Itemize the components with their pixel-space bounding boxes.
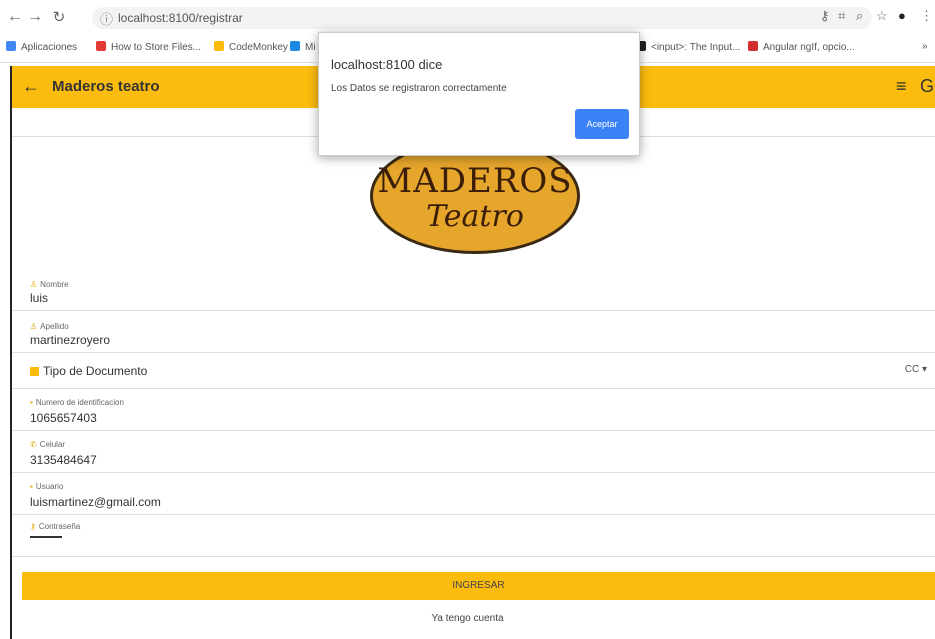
more-bookmarks-icon[interactable]: » [922,41,928,52]
bookmark-label: Mi [305,42,316,53]
usuario-field[interactable]: ▪ Usuario luismartinez@gmail.com [12,472,935,515]
tipo-documento-label: Tipo de Documento [30,364,147,378]
person-icon: ♙ [30,322,38,331]
contrasena-field[interactable]: ⚷ Contraseña [12,514,935,557]
usuario-input[interactable]: luismartinez@gmail.com [30,495,161,509]
translate-icon[interactable]: ⌗ [838,8,845,24]
apellido-label: ♙ Apellido [30,322,69,331]
celular-field[interactable]: ✆ Celular 3135484647 [12,430,935,473]
youtube-icon [96,41,106,51]
logo-line-1: MADEROS [377,161,573,201]
aceptar-button[interactable]: Aceptar [575,109,629,139]
address-bar[interactable]: ⓘ localhost:8100/registrar [92,7,872,29]
dialog-title: localhost:8100 dice [331,57,443,72]
bookmark-input[interactable]: <input>: The Input... [636,41,740,53]
bookmark-icon [290,41,300,51]
bookmark-angular[interactable]: Angular ngIf, opcio... [748,41,855,53]
logout-icon[interactable]: G [920,76,934,97]
apellido-field[interactable]: ♙ Apellido martinezroyero [12,310,935,353]
dropdown-arrow-icon: ▾ [919,364,927,375]
url-text: localhost:8100/registrar [118,11,243,25]
contrasena-label: ⚷ Contraseña [30,522,81,531]
celular-input[interactable]: 3135484647 [30,453,97,467]
bookmark-label: How to Store Files... [111,42,202,53]
back-arrow-icon[interactable]: ← [22,76,40,97]
identificacion-field[interactable]: ▪ Numero de identificacion 1065657403 [12,388,935,431]
identificacion-input[interactable]: 1065657403 [30,411,97,425]
tipo-documento-value: CC ▾ [904,364,927,375]
contrasena-input[interactable] [30,536,62,538]
vue-icon [748,41,758,51]
logo-line-2: Teatro [426,199,524,234]
bookmark-label: <input>: The Input... [651,42,741,53]
codemonkey-icon [214,41,224,51]
nombre-label: ♙ Nombre [30,280,69,289]
bookmark-aplicaciones[interactable]: Aplicaciones [6,41,77,53]
profile-icon[interactable]: ● [898,8,906,23]
browser-toolbar: ← → ↻ ⓘ localhost:8100/registrar ⚷ ⌗ ⌕ ☆… [0,0,935,36]
star-icon[interactable]: ☆ [876,8,888,24]
bookmark-label: Aplicaciones [21,42,78,53]
page-title: Maderos teatro [52,78,160,95]
menu-icon[interactable]: ⋮ [920,8,933,24]
ingresar-button[interactable]: INGRESAR [22,572,935,600]
dialog-message: Los Datos se registraron correctamente [331,83,507,94]
user-icon: ▪ [30,482,33,491]
hamburger-icon[interactable]: ≡ [896,76,907,97]
key-icon[interactable]: ⚷ [820,8,830,24]
zoom-icon[interactable]: ⌕ [856,8,863,24]
usuario-label: ▪ Usuario [30,482,64,491]
tipo-documento-select[interactable]: Tipo de Documento CC ▾ [12,352,935,389]
bookmark-store-files[interactable]: How to Store Files... [96,41,201,53]
person-icon: ♙ [30,280,38,289]
alert-dialog: localhost:8100 dice Los Datos se registr… [318,32,640,156]
id-card-icon: ▪ [30,398,33,407]
ya-tengo-cuenta-link[interactable]: Ya tengo cuenta [0,613,935,624]
phone-icon: ✆ [30,440,37,449]
info-icon[interactable]: ⓘ [100,9,113,28]
nombre-input[interactable]: luis [30,291,48,305]
back-icon[interactable]: ← [6,8,24,26]
document-icon [30,367,39,376]
celular-label: ✆ Celular [30,440,66,449]
nombre-field[interactable]: ♙ Nombre luis [12,268,935,311]
identificacion-label: ▪ Numero de identificacion [30,398,124,407]
bookmark-codemonkey[interactable]: CodeMonkey [214,41,288,53]
bookmark-label: Angular ngIf, opcio... [763,42,855,53]
forward-icon[interactable]: → [26,8,44,26]
bookmark-mi[interactable]: Mi [290,41,316,53]
bookmark-label: CodeMonkey [229,42,288,53]
reload-icon[interactable]: ↻ [50,8,68,26]
apps-icon [6,41,16,51]
key-icon: ⚷ [30,522,36,531]
apellido-input[interactable]: martinezroyero [30,333,110,347]
